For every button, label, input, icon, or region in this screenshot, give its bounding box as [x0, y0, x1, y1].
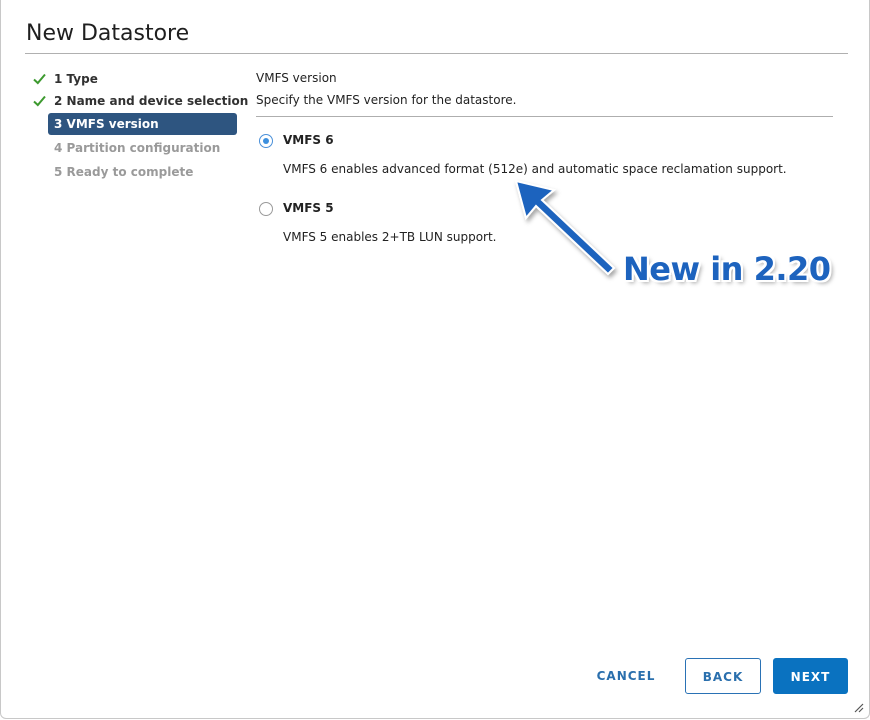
- step-name-and-device-selection[interactable]: 2 Name and device selection: [31, 90, 248, 112]
- vmfs6-radio[interactable]: [259, 134, 273, 148]
- new-datastore-dialog: New Datastore 1 Type 2 Name and device s…: [0, 0, 870, 719]
- title-divider: [25, 53, 848, 54]
- section-divider: [256, 116, 833, 117]
- vmfs5-radio[interactable]: [259, 202, 273, 216]
- vmfs5-label[interactable]: VMFS 5: [283, 201, 334, 215]
- step-type[interactable]: 1 Type: [31, 68, 237, 90]
- step-partition-configuration: 4 Partition configuration: [31, 137, 237, 159]
- back-button[interactable]: BACK: [685, 658, 761, 694]
- annotation-text: New in 2.20: [623, 250, 831, 288]
- vmfs6-description: VMFS 6 enables advanced format (512e) an…: [283, 162, 787, 176]
- next-button[interactable]: NEXT: [773, 658, 848, 694]
- step-label: 2 Name and device selection: [54, 94, 249, 108]
- section-title: VMFS version: [256, 71, 337, 85]
- step-label: 4 Partition configuration: [54, 141, 221, 155]
- step-label: 5 Ready to complete: [54, 165, 194, 179]
- vmfs5-description: VMFS 5 enables 2+TB LUN support.: [283, 230, 497, 244]
- step-label: 3 VMFS version: [54, 117, 159, 131]
- annotation-arrow-icon: [514, 179, 616, 276]
- dialog-title: New Datastore: [26, 21, 190, 46]
- vmfs6-label[interactable]: VMFS 6: [283, 133, 334, 147]
- section-subtitle: Specify the VMFS version for the datasto…: [256, 93, 517, 107]
- check-icon: [33, 73, 46, 85]
- step-label: 1 Type: [54, 72, 98, 86]
- check-icon: [33, 95, 46, 107]
- resize-grip-icon[interactable]: [854, 703, 864, 713]
- step-vmfs-version[interactable]: 3 VMFS version: [48, 113, 237, 135]
- step-ready-to-complete: 5 Ready to complete: [31, 161, 237, 183]
- cancel-button[interactable]: CANCEL: [585, 658, 667, 694]
